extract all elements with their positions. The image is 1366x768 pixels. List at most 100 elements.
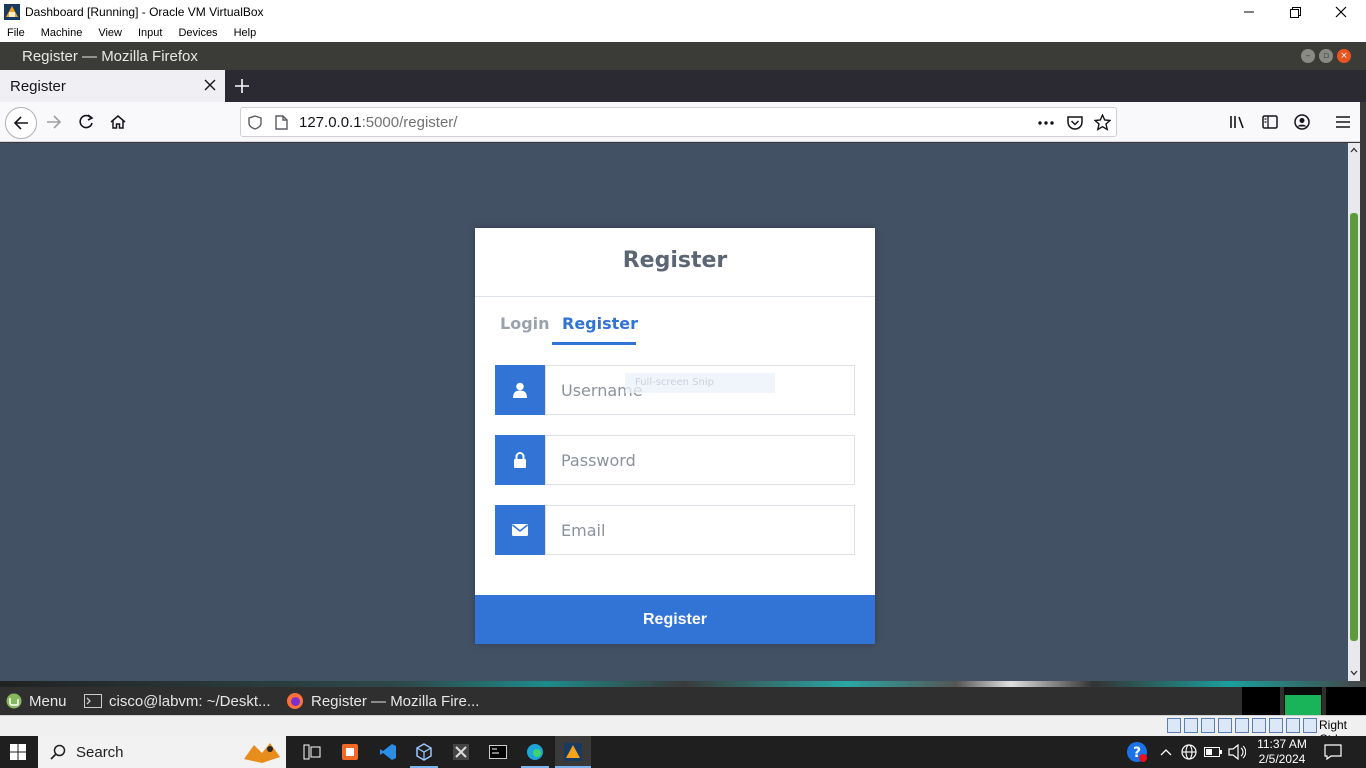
vertical-scrollbar[interactable] bbox=[1348, 143, 1360, 681]
taskbar-app-tool[interactable] bbox=[449, 740, 473, 764]
close-icon: × bbox=[1340, 50, 1348, 61]
start-button[interactable] bbox=[6, 740, 30, 764]
close-icon bbox=[1335, 6, 1347, 18]
scroll-down-icon[interactable] bbox=[1350, 670, 1358, 676]
home-button[interactable] bbox=[104, 108, 132, 136]
firefox-minimize-button[interactable]: – bbox=[1301, 49, 1315, 63]
menu-file[interactable]: File bbox=[0, 27, 33, 39]
virtualbox-logo-icon bbox=[4, 4, 20, 20]
task-view-button[interactable] bbox=[300, 740, 324, 764]
minimize-button[interactable] bbox=[1226, 0, 1272, 24]
clock-date: 2/5/2024 bbox=[1258, 752, 1306, 766]
password-input[interactable] bbox=[545, 435, 855, 485]
optical-drive-icon[interactable] bbox=[1167, 718, 1181, 733]
taskbar-window-label: cisco@labvm: ~/Deskt... bbox=[109, 692, 271, 710]
library-button[interactable] bbox=[1224, 108, 1252, 136]
restore-button[interactable] bbox=[1272, 0, 1318, 24]
close-tab-icon[interactable] bbox=[204, 79, 216, 91]
close-button[interactable] bbox=[1318, 0, 1364, 24]
network-adapter-icon[interactable] bbox=[1184, 718, 1198, 733]
battery-icon bbox=[1204, 747, 1222, 757]
menu-view[interactable]: View bbox=[90, 27, 130, 39]
email-field-group bbox=[495, 505, 855, 555]
firefox-title-bar: Register — Mozilla Firefox – ▫ × bbox=[0, 42, 1366, 70]
taskbar-app-terminal[interactable] bbox=[486, 740, 510, 764]
taskbar-search-box[interactable]: Search bbox=[38, 736, 286, 768]
tab-title: Register bbox=[10, 77, 66, 95]
display-icon[interactable] bbox=[1235, 718, 1249, 733]
scrollbar-thumb[interactable] bbox=[1350, 213, 1358, 641]
page-icon bbox=[275, 115, 288, 130]
taskbar-app-edge[interactable] bbox=[521, 740, 549, 768]
search-highlight-icon bbox=[244, 743, 280, 763]
virtualbox-title-bar: Dashboard [Running] - Oracle VM VirtualB… bbox=[0, 0, 1366, 24]
home-icon bbox=[110, 115, 126, 129]
menu-button[interactable] bbox=[1329, 108, 1357, 136]
scroll-up-icon[interactable] bbox=[1350, 147, 1358, 153]
cpu-icon[interactable] bbox=[1269, 718, 1283, 733]
email-input[interactable] bbox=[545, 505, 855, 555]
mint-menu-label: Menu bbox=[29, 692, 67, 710]
menu-input[interactable]: Input bbox=[130, 27, 170, 39]
terminal-icon bbox=[489, 745, 507, 759]
taskbar-clock[interactable]: 11:37 AM 2/5/2024 bbox=[1254, 737, 1310, 767]
back-button[interactable] bbox=[5, 107, 37, 139]
search-icon bbox=[50, 744, 66, 760]
taskbar-app-virtualbox-vm[interactable] bbox=[555, 736, 591, 768]
bookmark-star-icon[interactable] bbox=[1094, 114, 1111, 131]
tool-icon bbox=[453, 744, 469, 760]
mint-menu-button[interactable]: Menu bbox=[6, 687, 67, 715]
taskbar-app-sublime[interactable] bbox=[338, 740, 362, 764]
forward-arrow-icon bbox=[47, 115, 62, 129]
window-title: Dashboard [Running] - Oracle VM VirtualB… bbox=[25, 5, 264, 19]
shield-icon[interactable] bbox=[248, 115, 262, 130]
taskbar-window-terminal[interactable]: cisco@labvm: ~/Deskt... bbox=[84, 687, 271, 715]
volume-tray-button[interactable] bbox=[1225, 740, 1249, 764]
page-actions-icon[interactable] bbox=[1038, 121, 1054, 125]
menu-machine[interactable]: Machine bbox=[33, 27, 91, 39]
notifications-button[interactable] bbox=[1321, 740, 1345, 764]
box-icon bbox=[416, 743, 432, 761]
new-tab-icon[interactable] bbox=[233, 77, 251, 95]
app-icon bbox=[342, 744, 358, 760]
taskbar-app-virtualbox[interactable] bbox=[410, 740, 438, 768]
recording-icon[interactable] bbox=[1252, 718, 1266, 733]
url-text[interactable]: 127.0.0.1:5000/register/ bbox=[299, 114, 457, 131]
taskbar-window-firefox[interactable]: Register — Mozilla Fire... bbox=[286, 687, 479, 715]
tab-register[interactable]: Register bbox=[0, 70, 225, 102]
clock-time: 11:37 AM bbox=[1257, 737, 1307, 751]
edge-icon bbox=[527, 744, 543, 760]
taskbar-app-vscode[interactable] bbox=[376, 740, 400, 764]
sidebar-icon bbox=[1262, 115, 1278, 129]
menu-help[interactable]: Help bbox=[226, 27, 265, 39]
network-tray-button[interactable] bbox=[1177, 740, 1201, 764]
envelope-icon bbox=[495, 505, 545, 555]
sidebar-button[interactable] bbox=[1256, 108, 1284, 136]
back-arrow-icon bbox=[13, 116, 28, 130]
firefox-maximize-button[interactable]: ▫ bbox=[1319, 49, 1333, 63]
reload-button[interactable] bbox=[72, 108, 100, 136]
keyboard-capture-icon[interactable] bbox=[1303, 718, 1317, 733]
battery-tray-button[interactable] bbox=[1201, 740, 1225, 764]
lock-icon bbox=[495, 435, 545, 485]
chevron-up-icon bbox=[1160, 749, 1172, 756]
show-hidden-icons-button[interactable] bbox=[1154, 740, 1178, 764]
tab-login[interactable]: Login bbox=[500, 314, 550, 333]
forward-button[interactable] bbox=[40, 108, 68, 136]
library-icon bbox=[1230, 116, 1244, 129]
restore-icon bbox=[1289, 6, 1301, 18]
register-card: Register Login Register Full-screen Snip bbox=[475, 228, 875, 644]
account-button[interactable] bbox=[1288, 108, 1316, 136]
menu-devices[interactable]: Devices bbox=[170, 27, 225, 39]
help-tray-button[interactable]: ? bbox=[1125, 740, 1149, 764]
tab-register[interactable]: Register bbox=[562, 314, 638, 333]
url-bar[interactable]: 127.0.0.1:5000/register/ bbox=[240, 107, 1117, 137]
virtualbox-icon bbox=[564, 743, 582, 761]
shared-folders-icon[interactable] bbox=[1218, 718, 1232, 733]
register-submit-button[interactable]: Register bbox=[475, 595, 875, 644]
memory-graph bbox=[1284, 687, 1322, 715]
pocket-icon[interactable] bbox=[1067, 115, 1083, 130]
usb-icon[interactable] bbox=[1201, 718, 1215, 733]
firefox-close-button[interactable]: × bbox=[1337, 49, 1351, 63]
mouse-integration-icon[interactable] bbox=[1286, 718, 1300, 733]
